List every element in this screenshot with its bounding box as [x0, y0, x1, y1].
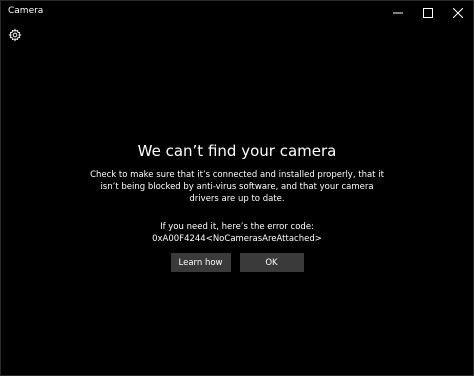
close-button[interactable]	[443, 1, 473, 23]
title-bar[interactable]: Camera	[1, 1, 473, 23]
error-code: 0xA00F4244<NoCamerasAreAttached>	[152, 234, 322, 244]
maximize-icon	[423, 3, 433, 22]
error-message-panel: We can’t find your camera Check to make …	[1, 141, 473, 272]
action-buttons: Learn how OK	[1, 253, 473, 272]
gear-icon	[8, 27, 22, 46]
close-icon	[452, 3, 464, 22]
maximize-button[interactable]	[413, 1, 443, 23]
learn-how-button[interactable]: Learn how	[170, 253, 231, 272]
window-title: Camera	[8, 6, 44, 16]
camera-app-window: Camera We can’t find your camera Check t…	[0, 0, 474, 376]
error-description: Check to make sure that it’s connected a…	[90, 170, 384, 204]
minimize-icon	[393, 3, 403, 22]
error-code-intro: If you need it, here’s the error code:	[160, 222, 314, 232]
error-heading: We can’t find your camera	[137, 142, 337, 160]
settings-button[interactable]	[7, 27, 23, 46]
ok-button[interactable]: OK	[239, 253, 304, 272]
caption-buttons	[383, 1, 473, 23]
minimize-button[interactable]	[383, 1, 413, 23]
